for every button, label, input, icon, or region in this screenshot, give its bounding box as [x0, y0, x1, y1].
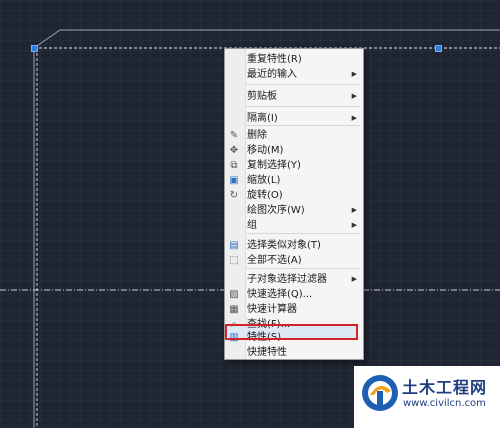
menu-separator [246, 268, 360, 269]
civilcn-logo-icon [362, 375, 398, 411]
menu-item-2[interactable]: 最近的输入 ▶ [225, 67, 363, 82]
eraser-icon: ✎ [229, 130, 239, 141]
grip-handle-right[interactable] [435, 45, 442, 52]
menu-item-label: 全部不选(A) [247, 255, 302, 266]
select-similar-icon: ▤ [229, 240, 239, 251]
menu-item-11[interactable]: 组 ▶ [225, 218, 363, 233]
menu-item-label: 复制选择(Y) [247, 160, 301, 171]
menu-item-label: 子对象选择过滤器 [247, 274, 327, 285]
menu-separator [246, 106, 360, 107]
menu-item-label: 删除 [247, 130, 267, 141]
menu-item-label: 快速选择(Q)... [247, 289, 313, 300]
menu-separator [246, 84, 360, 85]
menu-item-12[interactable]: ▤ 选择类似对象(T) [225, 238, 363, 253]
menu-item-9[interactable]: ↻ 旋转(O) [225, 188, 363, 203]
submenu-arrow-icon: ▶ [351, 70, 357, 78]
object-top-edge [33, 29, 500, 49]
menu-item-8[interactable]: ▣ 缩放(L) [225, 173, 363, 188]
grip-handle-left[interactable] [31, 45, 38, 52]
menu-item-4[interactable]: 隔离(I) ▶ [225, 111, 363, 126]
menu-item-13[interactable]: ⬚ 全部不选(A) [225, 253, 363, 268]
menu-item-label: 隔离(I) [247, 113, 278, 124]
menu-item-label: 旋转(O) [247, 190, 283, 201]
submenu-arrow-icon: ▶ [351, 92, 357, 100]
annotation-highlight-box [225, 324, 358, 340]
menu-item-label: 移动(M) [247, 145, 284, 156]
menu-item-5[interactable]: ✎ 删除 [225, 128, 363, 143]
menu-item-label: 最近的输入 [247, 69, 297, 80]
menu-item-label: 组 [247, 220, 257, 231]
menu-item-1[interactable]: 重复特性(R) [225, 52, 363, 67]
menu-item-label: 剪贴板 [247, 91, 277, 102]
submenu-arrow-icon: ▶ [351, 221, 357, 229]
submenu-arrow-icon: ▶ [351, 114, 357, 122]
menu-item-19[interactable]: 快捷特性 [225, 345, 363, 360]
calculator-icon: ▦ [229, 304, 239, 315]
copy-icon: ⧉ [230, 160, 238, 171]
submenu-arrow-icon: ▶ [351, 206, 357, 214]
menu-item-label: 绘图次序(W) [247, 205, 305, 216]
scale-icon: ▣ [229, 175, 239, 186]
submenu-arrow-icon: ▶ [351, 275, 357, 283]
menu-item-label: 选择类似对象(T) [247, 240, 321, 251]
watermark-url: www.civilcn.com [403, 398, 486, 409]
menu-item-3[interactable]: 剪贴板 ▶ [225, 89, 363, 104]
menu-item-label: 快捷特性 [247, 347, 287, 358]
menu-item-15[interactable]: ▨ 快速选择(Q)... [225, 287, 363, 302]
menu-item-6[interactable]: ✥ 移动(M) [225, 143, 363, 158]
menu-item-14[interactable]: 子对象选择过滤器 ▶ [225, 272, 363, 287]
menu-item-10[interactable]: 绘图次序(W) ▶ [225, 203, 363, 218]
menu-item-label: 重复特性(R) [247, 54, 302, 65]
rotate-icon: ↻ [229, 190, 239, 201]
menu-item-label: 缩放(L) [247, 175, 281, 186]
menu-item-16[interactable]: ▦ 快速计算器 [225, 302, 363, 317]
menu-separator [246, 233, 360, 234]
menu-item-7[interactable]: ⧉ 复制选择(Y) [225, 158, 363, 173]
menu-item-label: 快速计算器 [247, 304, 297, 315]
move-icon: ✥ [229, 145, 239, 156]
watermark-title: 土木工程网 [402, 378, 488, 397]
deselect-icon: ⬚ [229, 255, 239, 266]
quick-select-icon: ▨ [229, 289, 239, 300]
